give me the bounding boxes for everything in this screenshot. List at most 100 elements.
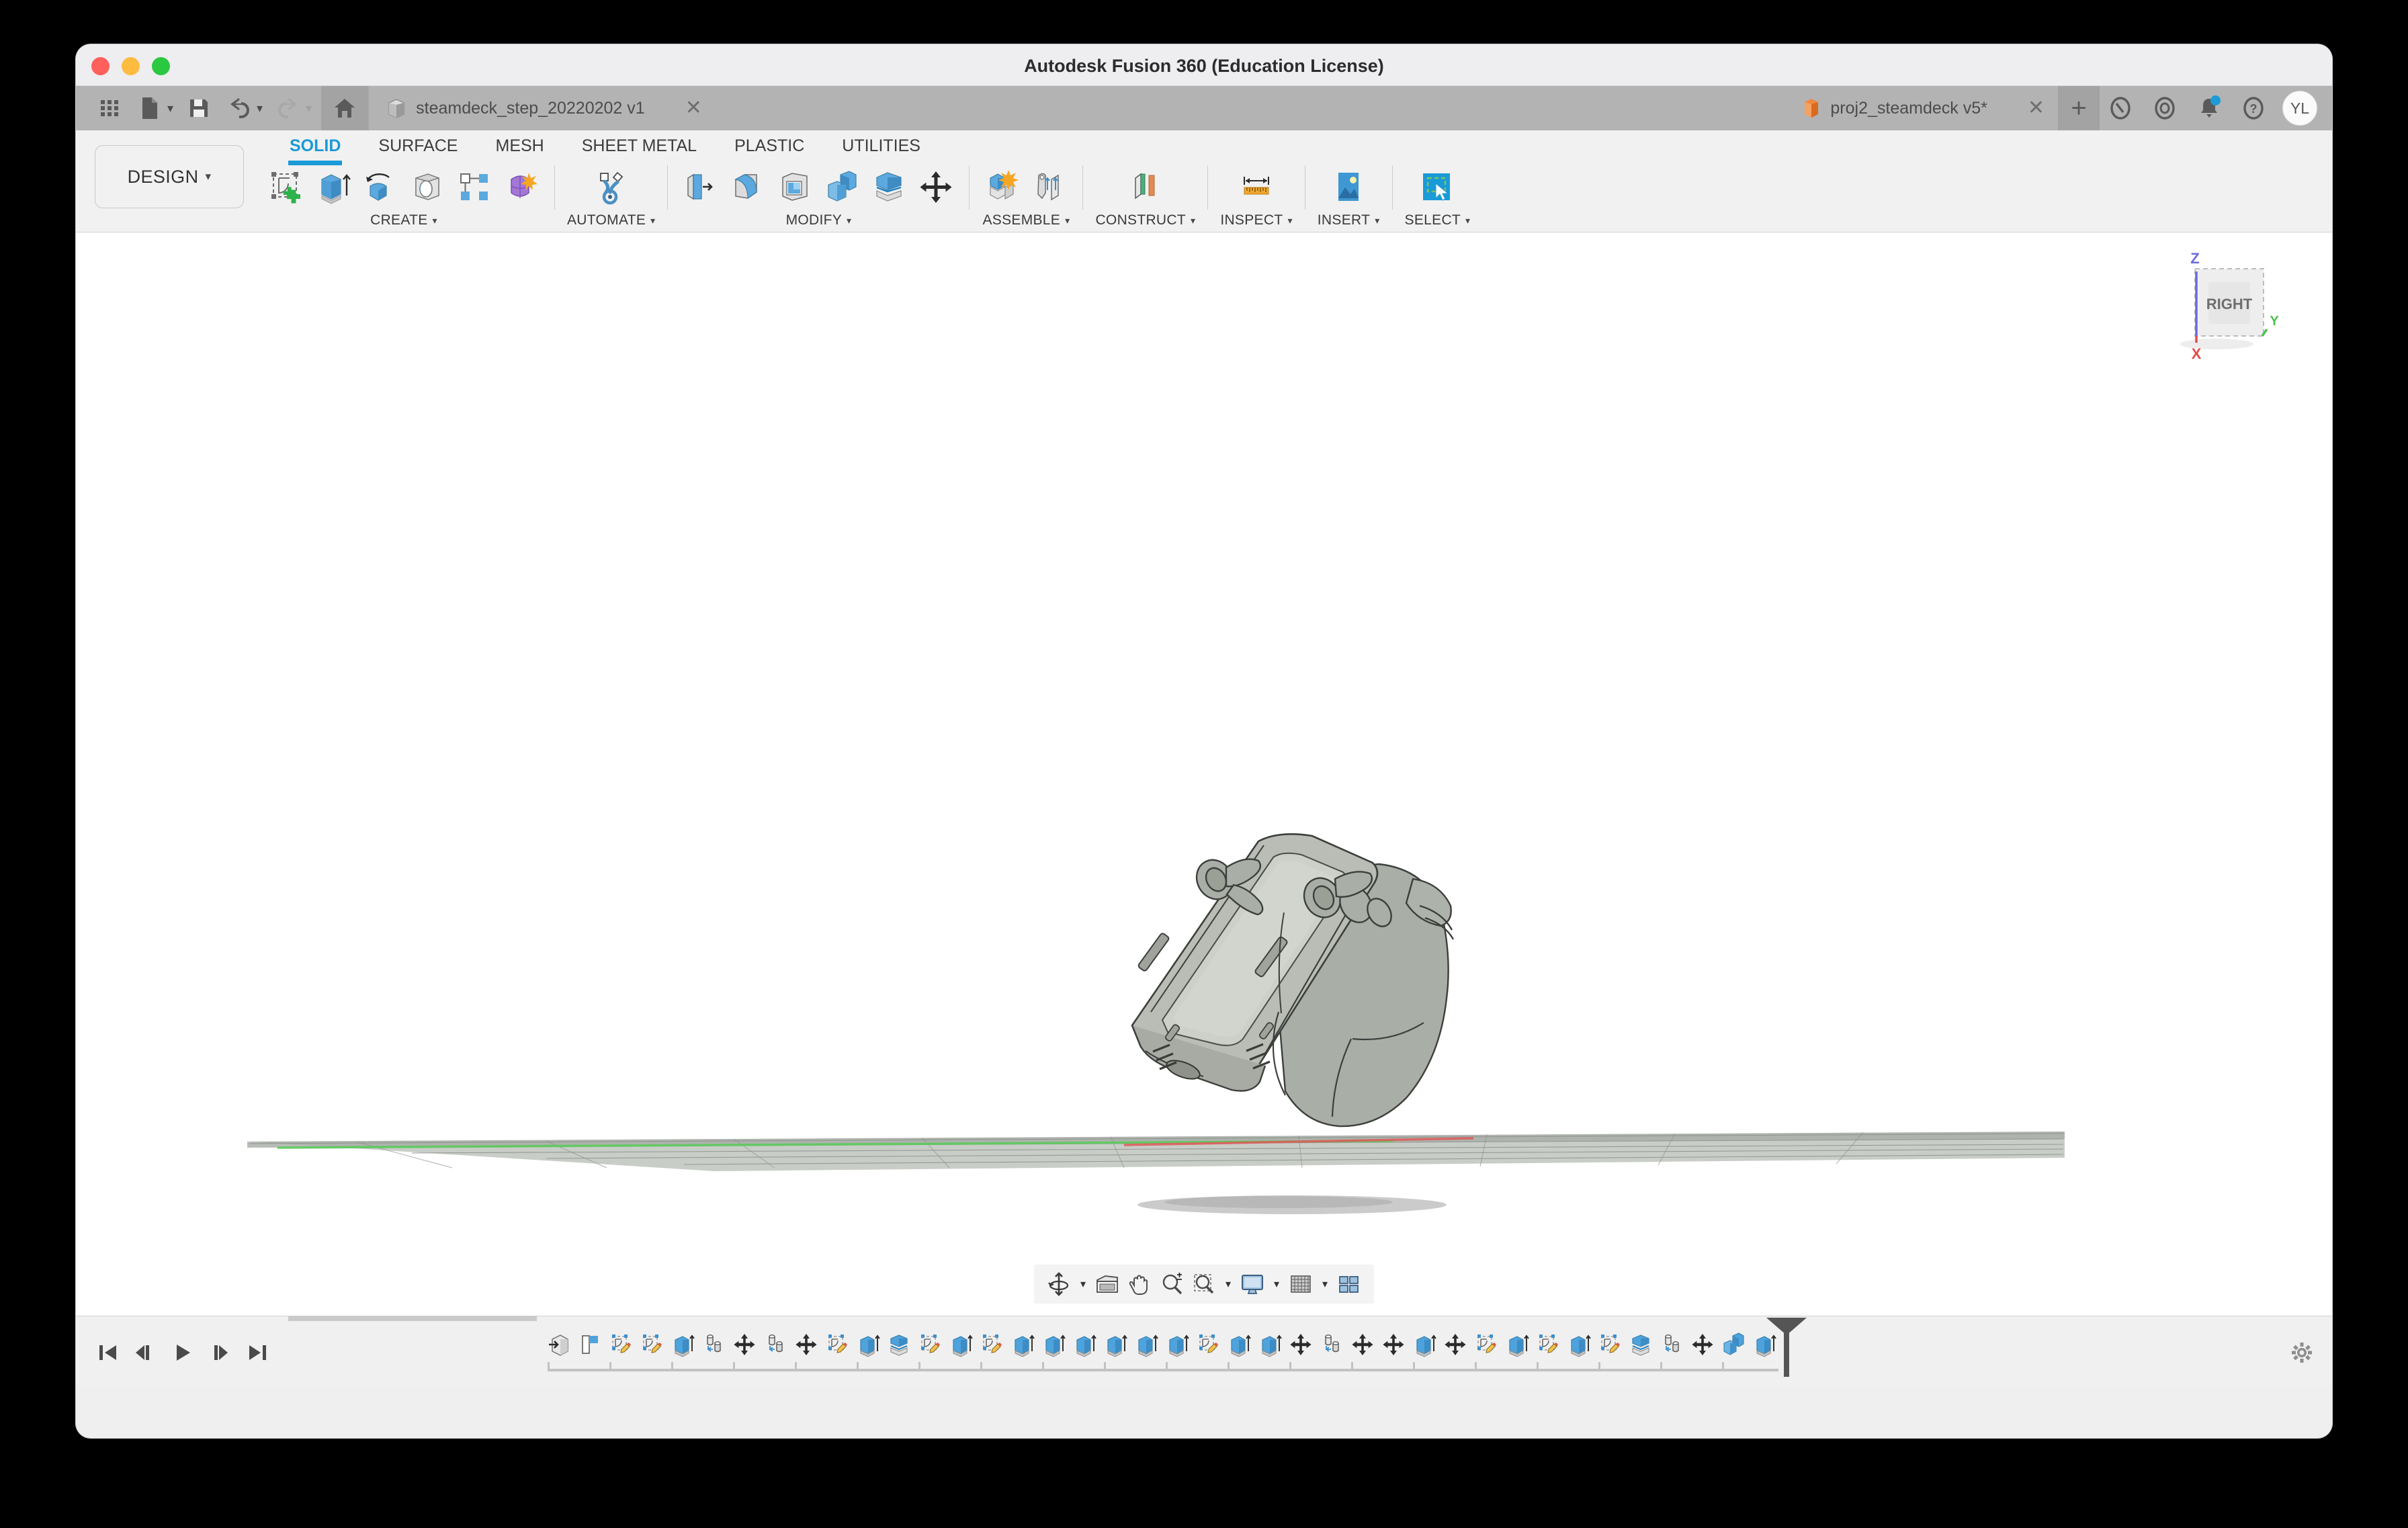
- timeline-feature[interactable]: [1038, 1326, 1069, 1363]
- save-button[interactable]: [180, 89, 218, 127]
- timeline-feature[interactable]: [1131, 1326, 1162, 1363]
- timeline-feature[interactable]: [1285, 1326, 1316, 1363]
- pattern-button[interactable]: [454, 166, 495, 208]
- move-copy-button[interactable]: [915, 166, 957, 208]
- timeline-playhead[interactable]: [1784, 1320, 1789, 1377]
- ribbon-tab-sheet-metal[interactable]: SHEET METAL: [563, 134, 716, 163]
- ribbon-group-label-modify[interactable]: MODIFY ▾: [786, 212, 852, 228]
- ribbon-group-label-automate[interactable]: AUTOMATE ▾: [567, 212, 655, 228]
- zoom-window-button[interactable]: [1189, 1269, 1219, 1300]
- timeline-feature[interactable]: [884, 1326, 914, 1363]
- undo-button[interactable]: [220, 89, 258, 127]
- timeline-feature[interactable]: [1254, 1326, 1285, 1363]
- grid-snaps-caret[interactable]: ▾: [1318, 1269, 1332, 1300]
- home-button[interactable]: [321, 86, 368, 130]
- shell-button[interactable]: [774, 166, 816, 208]
- timeline-feature[interactable]: [1100, 1326, 1131, 1363]
- timeline-feature[interactable]: [822, 1326, 853, 1363]
- automated-modeling-button[interactable]: [591, 166, 632, 208]
- combine-button[interactable]: [821, 166, 863, 208]
- zoom-button[interactable]: [1156, 1269, 1187, 1300]
- insert-canvas-button[interactable]: [1328, 166, 1369, 208]
- timeline-feature[interactable]: [1440, 1326, 1471, 1363]
- timeline-feature[interactable]: [667, 1326, 698, 1363]
- orbit-button[interactable]: [1043, 1269, 1074, 1300]
- ribbon-group-label-insert[interactable]: INSERT ▾: [1318, 212, 1380, 228]
- timeline-feature[interactable]: [1193, 1326, 1223, 1363]
- viewports-button[interactable]: [1334, 1269, 1365, 1300]
- notifications-button[interactable]: [2188, 87, 2230, 129]
- grid-snaps-button[interactable]: [1285, 1269, 1316, 1300]
- document-tab-1[interactable]: proj2_steamdeck v5* ✕: [1784, 86, 2058, 130]
- document-tab-0[interactable]: steamdeck_step_20220202 v1 ✕: [368, 86, 716, 130]
- create-form-button[interactable]: [501, 166, 542, 208]
- timeline-feature[interactable]: [1316, 1326, 1347, 1363]
- timeline-feature[interactable]: [1563, 1326, 1594, 1363]
- timeline-feature[interactable]: [1007, 1326, 1038, 1363]
- fillet-button[interactable]: [727, 166, 769, 208]
- show-data-panel-button[interactable]: [91, 89, 128, 127]
- view-cube[interactable]: RIGHT Z X Y: [2169, 243, 2297, 371]
- timeline-feature[interactable]: [760, 1326, 791, 1363]
- pan-button[interactable]: [1124, 1269, 1155, 1300]
- ribbon-tab-solid[interactable]: SOLID: [271, 134, 359, 163]
- timeline-settings-button[interactable]: [2272, 1341, 2332, 1365]
- select-button[interactable]: [1416, 166, 1458, 208]
- ribbon-group-label-select[interactable]: SELECT ▾: [1405, 212, 1471, 228]
- ribbon-group-label-inspect[interactable]: INSPECT ▾: [1220, 212, 1292, 228]
- offset-plane-button[interactable]: [1125, 166, 1166, 208]
- timeline-feature[interactable]: [729, 1326, 760, 1363]
- timeline-feature[interactable]: [976, 1326, 1007, 1363]
- joint-button[interactable]: [1029, 166, 1070, 208]
- file-menu-button[interactable]: [131, 89, 169, 127]
- timeline-feature[interactable]: [574, 1326, 605, 1363]
- timeline-feature[interactable]: [1223, 1326, 1254, 1363]
- file-menu-caret[interactable]: ▾: [167, 101, 173, 116]
- ribbon-tab-utilities[interactable]: UTILITIES: [823, 134, 939, 163]
- timeline-feature[interactable]: [544, 1326, 574, 1363]
- workspace-switcher-button[interactable]: DESIGN ▾: [95, 145, 244, 208]
- timeline-feature[interactable]: [945, 1326, 976, 1363]
- timeline-feature[interactable]: [1594, 1326, 1625, 1363]
- tab-close-icon[interactable]: ✕: [645, 98, 702, 118]
- timeline-feature[interactable]: [1347, 1326, 1378, 1363]
- orbit-caret[interactable]: ▾: [1076, 1269, 1090, 1300]
- play-button[interactable]: [169, 1336, 197, 1369]
- timeline-feature[interactable]: [605, 1326, 636, 1363]
- ribbon-tab-surface[interactable]: SURFACE: [359, 134, 476, 163]
- timeline-feature[interactable]: [1162, 1326, 1193, 1363]
- timeline-feature[interactable]: [1718, 1326, 1749, 1363]
- redo-caret[interactable]: ▾: [306, 101, 312, 116]
- go-to-beginning-button[interactable]: [93, 1336, 122, 1369]
- timeline-feature[interactable]: [1502, 1326, 1533, 1363]
- go-to-end-button[interactable]: [244, 1336, 272, 1369]
- ribbon-tab-plastic[interactable]: PLASTIC: [716, 134, 823, 163]
- step-forward-button[interactable]: [206, 1336, 234, 1369]
- avatar[interactable]: YL: [2282, 91, 2317, 126]
- timeline-feature[interactable]: [698, 1326, 729, 1363]
- recent-activity-button[interactable]: [2144, 87, 2186, 129]
- ribbon-group-label-assemble[interactable]: ASSEMBLE ▾: [982, 212, 1070, 228]
- timeline-feature[interactable]: [1533, 1326, 1563, 1363]
- ribbon-group-label-construct[interactable]: CONSTRUCT ▾: [1095, 212, 1195, 228]
- redo-button[interactable]: [269, 89, 307, 127]
- press-pull-button[interactable]: [680, 166, 722, 208]
- timeline-feature[interactable]: [1625, 1326, 1656, 1363]
- ribbon-tab-mesh[interactable]: MESH: [477, 134, 563, 163]
- display-settings-caret[interactable]: ▾: [1269, 1269, 1284, 1300]
- timeline-feature[interactable]: [1409, 1326, 1440, 1363]
- job-status-button[interactable]: [2100, 87, 2141, 129]
- timeline-feature[interactable]: [853, 1326, 884, 1363]
- timeline-feature[interactable]: [914, 1326, 945, 1363]
- step-back-button[interactable]: [131, 1336, 159, 1369]
- extrude-button[interactable]: [312, 166, 354, 208]
- help-button[interactable]: ?: [2233, 87, 2274, 129]
- revolve-button[interactable]: [359, 166, 401, 208]
- new-tab-button[interactable]: +: [2058, 86, 2100, 130]
- look-at-button[interactable]: [1092, 1269, 1123, 1300]
- viewport-canvas[interactable]: RIGHT Z X Y ▾: [76, 232, 2332, 1316]
- timeline-feature[interactable]: [636, 1326, 667, 1363]
- timeline-feature[interactable]: [791, 1326, 822, 1363]
- undo-caret[interactable]: ▾: [257, 101, 263, 116]
- measure-button[interactable]: [1236, 166, 1277, 208]
